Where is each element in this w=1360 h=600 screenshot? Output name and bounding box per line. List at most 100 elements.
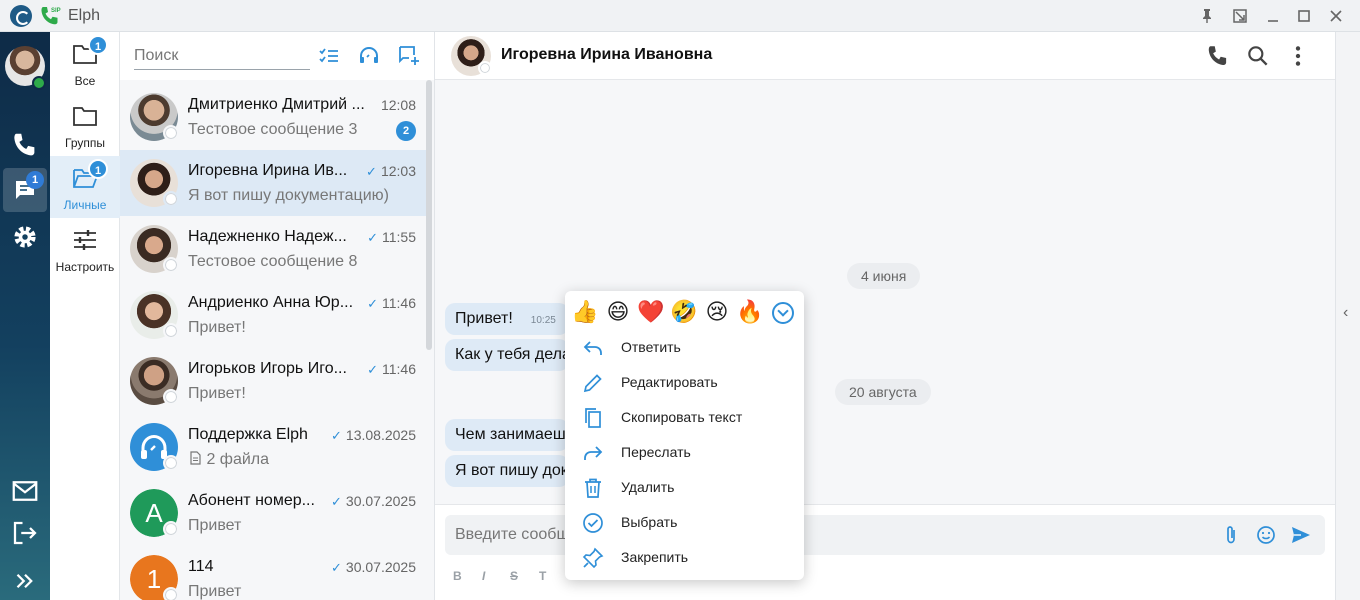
chat-preview: Привет!	[188, 319, 246, 336]
presence-status-icon	[163, 389, 179, 405]
chat-name: Надежненко Надеж...	[188, 228, 347, 245]
chat-item[interactable]: Поддержка Elph ✓ 13.08.2025 2 файла	[120, 414, 426, 480]
chat-time-text: 11:46	[382, 361, 416, 377]
chat-list-toolbar	[120, 32, 434, 80]
message-bubble[interactable]: Чем занимаеш	[445, 419, 569, 451]
reply-icon	[583, 341, 602, 355]
chat-item[interactable]: A Абонент номер... ✓ 30.07.2025 Привет	[120, 480, 426, 546]
expand-rail-icon[interactable]	[10, 566, 40, 596]
unread-count-badge: 2	[396, 121, 416, 141]
folder-configure[interactable]: Настроить	[50, 218, 120, 280]
chats-unread-badge: 1	[26, 171, 44, 189]
send-icon[interactable]	[1289, 523, 1313, 547]
logout-icon[interactable]	[10, 518, 40, 548]
copy-icon	[585, 408, 601, 428]
folder-personal-badge: 1	[88, 159, 108, 179]
maximize-icon[interactable]	[1294, 6, 1314, 26]
message-text: Чем занимаеш	[455, 426, 566, 443]
chat-item[interactable]: Игорьков Игорь Иго... ✓ 11:46 Привет!	[120, 348, 426, 414]
message-text: Привет!	[455, 310, 513, 327]
mail-icon[interactable]	[10, 476, 40, 506]
menu-item-forward[interactable]: Переслать	[565, 435, 804, 470]
select-chats-icon[interactable]	[316, 43, 342, 69]
chat-time: ✓ 12:03	[366, 163, 416, 180]
search-input[interactable]	[134, 42, 310, 70]
message-bubble[interactable]: Я вот пишу док	[445, 455, 569, 487]
chat-item[interactable]: Надежненко Надеж... ✓ 11:55 Тестовое сооб…	[120, 216, 426, 282]
menu-item-pin[interactable]: Закрепить	[565, 540, 804, 575]
message-time: 10:25	[530, 315, 556, 326]
message-bubble[interactable]: Как у тебя дела	[445, 339, 569, 371]
new-chat-icon[interactable]	[396, 43, 422, 69]
close-icon[interactable]	[1326, 6, 1346, 26]
online-status-icon	[32, 76, 46, 90]
search-icon[interactable]	[1245, 43, 1271, 69]
chevron-left-icon: ‹	[1343, 304, 1349, 321]
reaction-rofl[interactable]: 🤣	[670, 299, 698, 327]
settings-gear-icon[interactable]	[10, 222, 40, 252]
menu-item-delete[interactable]: Удалить	[565, 470, 804, 505]
menu-item-select[interactable]: Выбрать	[565, 505, 804, 540]
message-bubble[interactable]: Привет! 10:25	[445, 303, 569, 335]
presence-status-icon	[163, 455, 179, 471]
support-headset-icon[interactable]	[356, 43, 382, 69]
presence-status-icon	[163, 125, 179, 141]
reaction-smile[interactable]: 😄	[604, 299, 632, 327]
reaction-cry[interactable]: 😢	[703, 299, 731, 327]
menu-item-edit[interactable]: Редактировать	[565, 365, 804, 400]
folder-groups[interactable]: Группы	[50, 94, 120, 156]
elph-logo-icon	[10, 5, 32, 27]
attach-icon[interactable]	[1219, 523, 1243, 547]
calls-nav-icon[interactable]	[10, 130, 40, 160]
right-panel-toggle[interactable]: ‹	[1335, 32, 1360, 600]
chat-name: Андриенко Анна Юр...	[188, 294, 354, 311]
forward-icon	[584, 446, 603, 460]
presence-status-icon	[478, 61, 492, 75]
read-check-icon: ✓	[367, 362, 378, 377]
chat-item-selected[interactable]: Игоревна Ирина Ив... ✓ 12:03 Я вот пишу д…	[120, 150, 426, 216]
chat-name: Игорьков Игорь Иго...	[188, 360, 347, 377]
read-check-icon: ✓	[367, 296, 378, 311]
chat-item[interactable]: Дмитриенко Дмитрий ... 12:08 Тестовое со…	[120, 84, 426, 150]
menu-item-reply[interactable]: Ответить	[565, 330, 804, 365]
menu-item-label: Переслать	[621, 444, 691, 460]
folder-column: 1 Все Группы 1 Личные Настроить	[50, 32, 120, 600]
title-bar: SIP Elph	[0, 0, 1360, 32]
reaction-fire[interactable]: 🔥	[736, 299, 764, 327]
folder-all[interactable]: 1 Все	[50, 32, 120, 94]
folder-all-label: Все	[74, 74, 96, 88]
chat-item[interactable]: 1 114 ✓ 30.07.2025 Привет	[120, 546, 426, 600]
folder-personal-label: Личные	[63, 198, 107, 212]
sip-phone-icon: SIP	[41, 7, 61, 25]
more-reactions-icon[interactable]	[772, 302, 794, 324]
minimize-icon[interactable]	[1263, 6, 1283, 26]
menu-item-copy[interactable]: Скопировать текст	[565, 400, 804, 435]
chat-preview: 2 файла	[188, 451, 398, 469]
chat-preview: Тестовое сообщение 8	[188, 253, 358, 270]
window-title: Elph	[68, 7, 101, 24]
reaction-heart[interactable]: ❤️	[637, 299, 665, 327]
pin-window-icon[interactable]	[1197, 6, 1217, 26]
folder-all-badge: 1	[88, 35, 108, 55]
format-bold-button[interactable]: B	[453, 569, 462, 583]
more-vertical-icon[interactable]	[1285, 43, 1311, 69]
format-strike-button[interactable]: S	[510, 569, 518, 583]
folder-personal[interactable]: 1 Личные	[50, 156, 120, 218]
read-check-icon: ✓	[367, 230, 378, 245]
conversation-title[interactable]: Игоревна Ирина Ивановна	[501, 46, 712, 64]
chat-item[interactable]: Андриенко Анна Юр... ✓ 11:46 Привет!	[120, 282, 426, 348]
chat-preview: Я вот пишу документацию)	[188, 187, 389, 204]
menu-item-label: Редактировать	[621, 374, 718, 390]
call-icon[interactable]	[1205, 43, 1231, 69]
compact-mode-icon[interactable]	[1230, 6, 1250, 26]
chat-list-scrollbar[interactable]	[426, 80, 432, 350]
emoji-icon[interactable]	[1254, 523, 1278, 547]
read-check-icon: ✓	[366, 164, 377, 179]
format-text-button[interactable]: T	[539, 569, 546, 583]
pin-icon	[582, 547, 604, 569]
chat-preview: Привет	[188, 583, 242, 600]
presence-status-icon	[163, 257, 179, 273]
reaction-thumbs-up[interactable]: 👍	[571, 299, 599, 327]
message-text: Как у тебя дела	[455, 346, 569, 363]
format-italic-button[interactable]: I	[482, 569, 485, 583]
